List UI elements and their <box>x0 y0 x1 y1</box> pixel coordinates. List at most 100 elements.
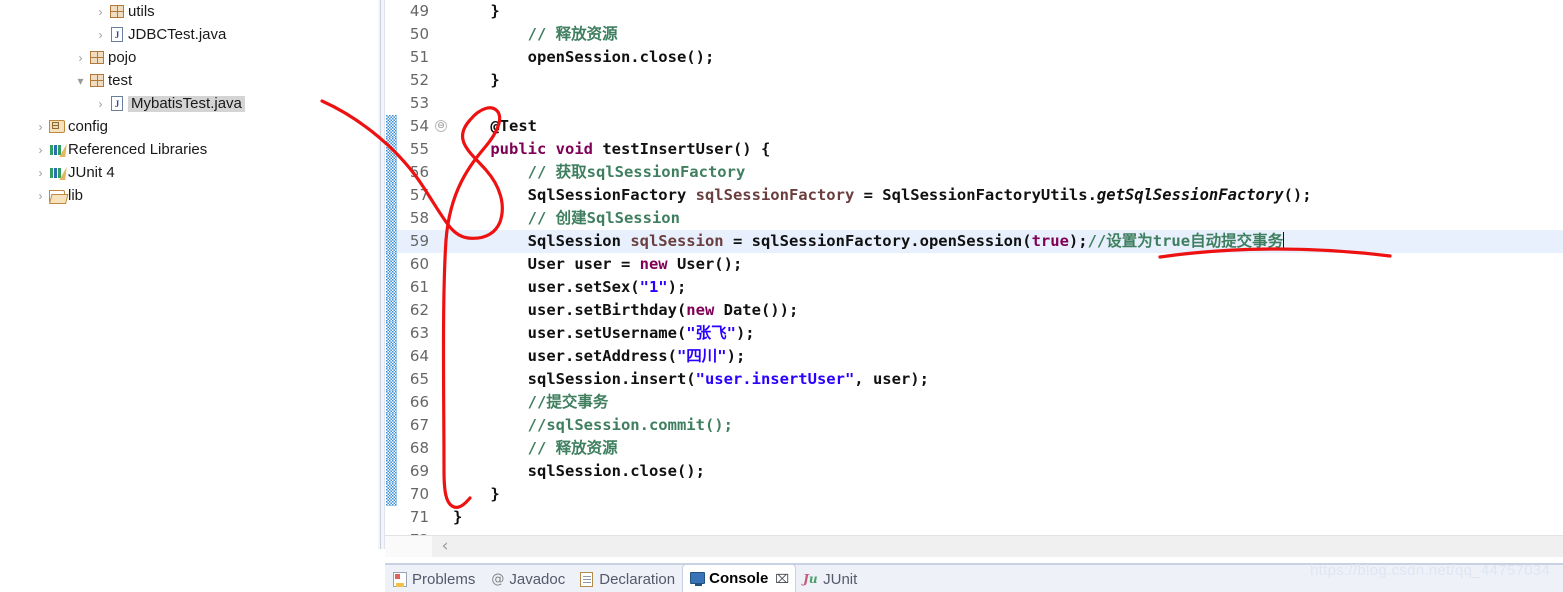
tree-item-pojo[interactable]: › pojo <box>0 46 378 69</box>
code-token: ); <box>1068 232 1088 250</box>
tree-item-mybatistest-java[interactable]: › J MybatisTest.java <box>0 92 378 115</box>
tree-item-label: lib <box>68 186 84 204</box>
code-line[interactable]: 68 // 释放资源 <box>385 437 1563 460</box>
code-line[interactable]: 64 user.setAddress("四川"); <box>385 345 1563 368</box>
code-line[interactable]: 51 openSession.close(); <box>385 46 1563 69</box>
chevron-down-icon[interactable]: ▾ <box>73 75 88 87</box>
code-line[interactable]: 53 <box>385 92 1563 115</box>
package-icon <box>88 50 108 66</box>
line-number: 63 <box>409 324 429 342</box>
scroll-left-chevron-icon[interactable]: ‹ <box>435 536 455 557</box>
code-token: user.setBirthday( <box>453 301 687 319</box>
view-tab-problems[interactable]: Problems <box>385 566 482 592</box>
code-line[interactable]: 54 ⊖ @Test <box>385 115 1563 138</box>
code-line[interactable]: 61 user.setSex("1"); <box>385 276 1563 299</box>
junit-icon: Ju <box>803 571 818 586</box>
tree-item-lib[interactable]: › lib <box>0 184 378 207</box>
tree-item-label: utils <box>128 2 155 20</box>
code-line[interactable]: 63 user.setUsername("张飞"); <box>385 322 1563 345</box>
view-tab-junit[interactable]: Ju JUnit <box>796 566 864 592</box>
code-line[interactable]: 71} <box>385 506 1563 529</box>
code-line[interactable]: 69 sqlSession.close(); <box>385 460 1563 483</box>
view-tab-declaration[interactable]: Declaration <box>572 566 682 592</box>
package-explorer[interactable]: › utils › J JDBCTest.java › pojo ▾ test › J Mybatis… <box>0 0 378 549</box>
code-text: user.setSex("1"); <box>453 276 687 299</box>
code-line[interactable]: 70 } <box>385 483 1563 506</box>
fold-collapse-icon[interactable]: ⊖ <box>435 120 447 132</box>
code-token: openSession.close(); <box>453 48 715 66</box>
code-token: SqlSession <box>453 232 631 250</box>
tree-item-config[interactable]: › config <box>0 115 378 138</box>
site-watermark: https://blog.csdn.net/qq_44757034 <box>1310 562 1551 579</box>
view-tab-javadoc[interactable]: @ Javadoc <box>482 566 572 592</box>
code-token: user.setUsername( <box>453 324 687 342</box>
code-token: new <box>639 255 677 273</box>
line-number: 61 <box>409 278 429 296</box>
tree-item-jdbctest-java[interactable]: › J JDBCTest.java <box>0 23 378 46</box>
tree-item-test[interactable]: ▾ test <box>0 69 378 92</box>
code-line[interactable]: 49 } <box>385 0 1563 23</box>
chevron-right-icon[interactable]: › <box>93 6 108 18</box>
code-line[interactable]: 60 User user = new User(); <box>385 253 1563 276</box>
code-token: ); <box>735 324 755 342</box>
tree-item-label: config <box>68 117 109 135</box>
code-token: sqlSession.insert( <box>453 370 696 388</box>
tree-item-label: Referenced Libraries <box>68 140 208 158</box>
line-number: 60 <box>409 255 429 273</box>
tree-item-label: MybatisTest.java <box>128 95 245 112</box>
console-icon <box>689 571 706 586</box>
code-line[interactable]: 56 // 获取sqlSessionFactory <box>385 161 1563 184</box>
code-line[interactable]: 66 //提交事务 <box>385 391 1563 414</box>
editor-horizontal-scrollbar[interactable]: ‹ <box>385 535 1563 557</box>
code-token: User user = <box>453 255 640 273</box>
tree-item-utils[interactable]: › utils <box>0 0 378 23</box>
code-token: //sqlSession.commit(); <box>453 416 733 434</box>
code-text: public void testInsertUser() { <box>453 138 770 161</box>
library-icon <box>48 142 68 158</box>
code-line[interactable]: 67 //sqlSession.commit(); <box>385 414 1563 437</box>
code-token: } <box>453 485 500 503</box>
code-line[interactable]: 62 user.setBirthday(new Date()); <box>385 299 1563 322</box>
chevron-right-icon[interactable]: › <box>33 121 48 133</box>
folder-icon <box>48 188 68 204</box>
code-text: sqlSession.insert("user.insertUser", use… <box>453 368 929 391</box>
code-token: sqlSession <box>630 232 724 250</box>
chevron-right-icon[interactable]: › <box>33 190 48 202</box>
code-line[interactable]: 55 public void testInsertUser() { <box>385 138 1563 161</box>
code-text: // 创建SqlSession <box>453 207 680 230</box>
code-text: } <box>453 69 499 92</box>
code-line[interactable]: 57 SqlSessionFactory sqlSessionFactory =… <box>385 184 1563 207</box>
code-line[interactable]: 59 SqlSession sqlSession = sqlSessionFac… <box>385 230 1563 253</box>
chevron-right-icon[interactable]: › <box>93 98 108 110</box>
java-source-editor[interactable]: 49 } 50 // 释放资源 51 openSession.close(); 52 … <box>385 0 1563 535</box>
code-line[interactable]: 65 sqlSession.insert("user.insertUser", … <box>385 368 1563 391</box>
code-token: //提交事务 <box>453 393 609 411</box>
chevron-right-icon[interactable]: › <box>93 29 108 41</box>
close-icon[interactable]: ⌧ <box>775 572 789 586</box>
library-icon <box>48 165 68 181</box>
chevron-right-icon[interactable]: › <box>73 52 88 64</box>
code-token: ); <box>726 347 746 365</box>
line-number: 56 <box>409 163 429 181</box>
tree-item-junit-4[interactable]: › JUnit 4 <box>0 161 378 184</box>
chevron-right-icon[interactable]: › <box>33 167 48 179</box>
tree-item-label: test <box>108 71 133 89</box>
tree-item-referenced-libraries[interactable]: › Referenced Libraries <box>0 138 378 161</box>
line-number: 68 <box>409 439 429 457</box>
code-text: User user = new User(); <box>453 253 743 276</box>
view-tab-console[interactable]: Console ⌧ <box>682 564 797 592</box>
code-line[interactable]: 58 // 创建SqlSession <box>385 207 1563 230</box>
panel-divider[interactable] <box>378 0 385 549</box>
code-line[interactable]: 52 } <box>385 69 1563 92</box>
code-token: , user); <box>854 370 929 388</box>
view-tab-label: Console <box>709 570 769 587</box>
code-line[interactable]: 50 // 释放资源 <box>385 23 1563 46</box>
code-token: SqlSessionFactory <box>453 186 696 204</box>
line-number: 64 <box>409 347 429 365</box>
code-token: "user.insertUser" <box>695 370 855 388</box>
code-token: "张飞" <box>686 324 736 342</box>
line-number: 66 <box>409 393 429 411</box>
chevron-right-icon[interactable]: › <box>33 144 48 156</box>
view-tab-list[interactable]: Problems @ Javadoc Declaration Console ⌧ Ju JUn… <box>385 564 864 592</box>
code-token: true <box>1031 232 1069 250</box>
